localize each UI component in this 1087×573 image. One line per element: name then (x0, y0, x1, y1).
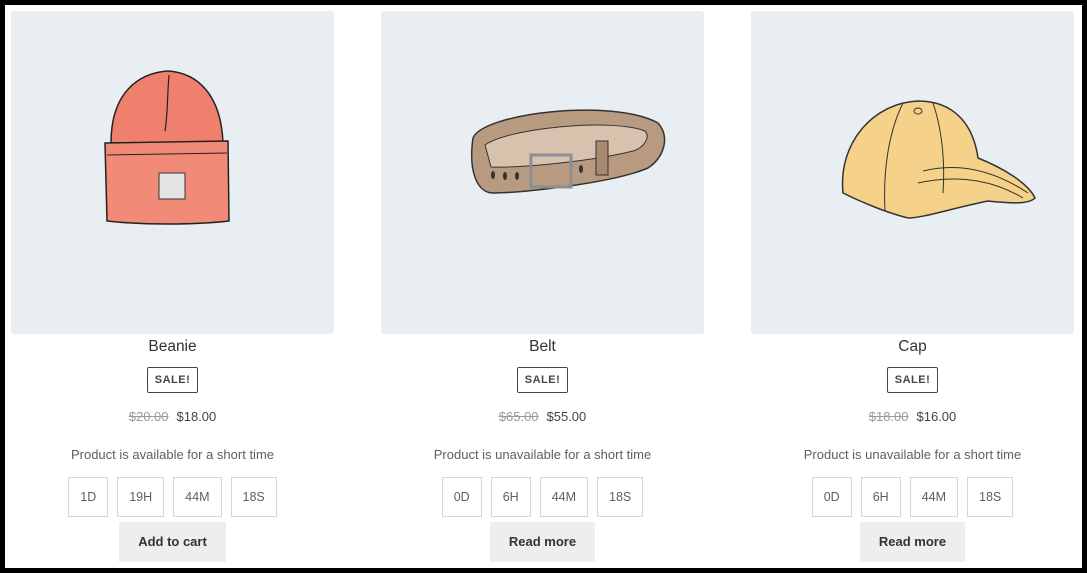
countdown-minutes: 44M (909, 477, 959, 517)
product-image-link[interactable] (751, 11, 1074, 334)
product-title[interactable]: Beanie (11, 337, 334, 357)
countdown-minutes: 44M (173, 477, 222, 517)
read-more-button[interactable]: Read more (859, 522, 966, 562)
sale-badge: SALE! (516, 367, 569, 393)
countdown-minutes: 44M (539, 477, 589, 517)
beanie-image (103, 69, 230, 225)
countdown-seconds: 18S (597, 477, 644, 517)
price: $65.00 $55.00 (381, 409, 704, 425)
countdown-days: 1D (68, 477, 109, 517)
cap-image (841, 99, 1036, 219)
product-title[interactable]: Cap (751, 337, 1074, 357)
product-card-cap: Cap SALE! $18.00 $16.00 Product is unavai… (751, 11, 1074, 562)
countdown-days: 0D (811, 477, 852, 517)
old-price: $20.00 (128, 409, 169, 424)
add-to-cart-button[interactable]: Add to cart (119, 522, 226, 562)
sale-price: $16.00 (916, 409, 957, 424)
product-image-link[interactable] (11, 11, 334, 334)
price: $18.00 $16.00 (751, 409, 1074, 425)
product-card-belt: Belt SALE! $65.00 $55.00 Product is unava… (381, 11, 704, 562)
belt-image (470, 108, 665, 194)
product-image-link[interactable] (381, 11, 704, 334)
availability-text: Product is available for a short time (70, 447, 275, 462)
countdown-hours: 6H (860, 477, 901, 517)
sale-badge: SALE! (146, 367, 199, 393)
availability-text: Product is unavailable for a short time (803, 447, 1022, 462)
sale-price: $18.00 (176, 409, 217, 424)
countdown-seconds: 18S (230, 477, 277, 517)
countdown-seconds: 18S (967, 477, 1014, 517)
product-title[interactable]: Belt (381, 337, 704, 357)
sale-price: $55.00 (546, 409, 587, 424)
price: $20.00 $18.00 (11, 409, 334, 425)
countdown-hours: 6H (490, 477, 531, 517)
countdown-timer: 0D 6H 44M 18S (381, 477, 704, 517)
product-card-beanie: Beanie SALE! $20.00 $18.00 Product is ava… (11, 11, 334, 562)
countdown-hours: 19H (117, 477, 165, 517)
countdown-days: 0D (441, 477, 482, 517)
sale-badge: SALE! (886, 367, 939, 393)
old-price: $18.00 (868, 409, 909, 424)
countdown-timer: 1D 19H 44M 18S (11, 477, 334, 517)
countdown-timer: 0D 6H 44M 18S (751, 477, 1074, 517)
read-more-button[interactable]: Read more (489, 522, 596, 562)
product-grid: Beanie SALE! $20.00 $18.00 Product is ava… (5, 5, 1082, 568)
availability-text: Product is unavailable for a short time (433, 447, 652, 462)
old-price: $65.00 (498, 409, 539, 424)
